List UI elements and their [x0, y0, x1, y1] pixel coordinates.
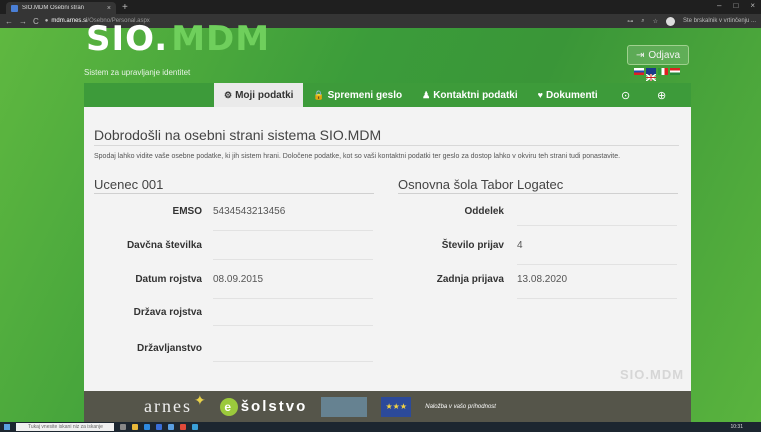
e-icon: e — [219, 397, 238, 416]
heart-icon: ♥ — [537, 90, 543, 100]
history-icon[interactable]: ⊙ — [608, 89, 644, 102]
page-description: Spodaj lahko vidite vaše osebne podatke,… — [94, 153, 621, 160]
oddelek-value — [517, 200, 677, 226]
user-icon: ♟ — [422, 89, 431, 100]
windows-taskbar: Tukaj vnesite iskani niz za iskanje 10:3… — [0, 422, 761, 432]
emso-value: 5434543213456 — [213, 205, 373, 231]
new-tab-button[interactable]: + — [122, 2, 128, 14]
tab-label: Kontaktni podatki — [433, 89, 518, 101]
close-tab-icon[interactable]: × — [107, 5, 111, 12]
davcna-value — [213, 234, 373, 260]
close-window-button[interactable]: × — [750, 1, 755, 10]
sparkle-icon: ✦ — [193, 392, 206, 408]
tab-dokumenti[interactable]: ♥ Dokumenti — [528, 83, 608, 107]
toolbar-icons: ⊶ ⌕ ☆ Ste brskalnik v vrtinčenju ... — [627, 16, 756, 26]
zadnja-prijava-label: Zadnja prijava — [436, 274, 504, 285]
drzavljanstvo-value — [213, 336, 373, 362]
solstvo-text: šolstvo — [240, 398, 308, 415]
oddelek-label: Oddelek — [464, 206, 504, 217]
davcna-label: Davčna številka — [126, 240, 202, 251]
back-button[interactable]: ← — [5, 17, 13, 26]
flag-italian-icon[interactable] — [658, 68, 668, 75]
logo-mdm: MDM — [171, 19, 271, 59]
logout-label: Odjava — [648, 49, 681, 61]
sign-out-icon: ⇥ — [635, 49, 645, 61]
main-menu: ⚙ Moji podatki 🔒 Spremeni geslo ♟ Kontak… — [84, 83, 691, 107]
drzava-rojstva-label: Država rojstva — [133, 307, 202, 318]
taskbar-search[interactable]: Tukaj vnesite iskani niz za iskanje — [16, 423, 114, 431]
chrome-icon[interactable] — [180, 424, 186, 430]
store-icon[interactable] — [156, 424, 162, 430]
logout-button[interactable]: ⇥ Odjava — [627, 45, 689, 65]
flag-hungarian-icon[interactable] — [670, 68, 680, 75]
drzavljanstvo-label: Državljanstvo — [136, 343, 202, 354]
profile-label[interactable]: Ste brskalnik v vrtinčenju ... — [683, 18, 756, 24]
zadnja-prijava-value: 13.08.2020 — [517, 273, 677, 299]
reload-button[interactable]: C — [33, 17, 39, 26]
site-subtitle: Sistem za upravljanje identitet — [84, 68, 191, 77]
sio-mdm-watermark: SIO.MDM — [620, 367, 685, 382]
app-icon[interactable] — [192, 424, 198, 430]
clock: 10:31 — [730, 424, 743, 430]
lock-icon: 🔒 — [313, 89, 325, 100]
datum-rojstva-value: 08.09.2015 — [213, 273, 373, 299]
star-icon[interactable]: ☆ — [653, 18, 658, 25]
page-title: Dobrodošli na osebni strani sistema SIO.… — [94, 127, 679, 146]
windows-start-icon[interactable] — [4, 424, 10, 430]
flag-english-icon[interactable] — [645, 68, 657, 82]
profile-avatar[interactable] — [665, 16, 675, 26]
solstvo-logo[interactable]: e šolstvo — [219, 397, 308, 416]
mail-icon[interactable] — [168, 424, 174, 430]
lock-icon: ● — [44, 18, 49, 24]
tab-label: Dokumenti — [545, 89, 598, 101]
lifebuoy-icon[interactable]: ⊕ — [644, 89, 680, 102]
browser-tab[interactable]: SIO.MDM Osebni stran × — [6, 2, 116, 14]
flag-slovenian-icon[interactable] — [634, 68, 644, 75]
eu-flag-icon[interactable]: ★★★ — [381, 396, 412, 417]
task-view-icon[interactable] — [120, 424, 126, 430]
drzava-rojstva-value — [213, 300, 373, 326]
arnes-logo[interactable]: arnes — [144, 396, 192, 417]
window-controls: – □ × — [717, 1, 755, 10]
sponsor-footer: arnes ✦ e šolstvo ★★★ Naložba v vašo pri… — [84, 391, 691, 422]
language-flags — [634, 68, 680, 82]
tab-label: Spremeni geslo — [327, 89, 403, 101]
stevilo-prijav-label: Število prijav — [441, 240, 504, 251]
logo-sio: SIO. — [86, 19, 169, 59]
datum-rojstva-label: Datum rojstva — [135, 274, 202, 285]
tab-moji-podatki[interactable]: ⚙ Moji podatki — [214, 83, 304, 107]
site-favicon-icon — [11, 4, 18, 12]
maximize-button[interactable]: □ — [733, 1, 738, 10]
user-name-heading: Ucenec 001 — [94, 177, 374, 194]
browser-tab-strip: SIO.MDM Osebni stran × + – □ × — [0, 0, 761, 14]
stevilo-prijav-value: 4 — [517, 239, 677, 265]
gears-icon: ⚙ — [224, 89, 233, 100]
tab-spremeni-geslo[interactable]: 🔒 Spremeni geslo — [303, 83, 412, 107]
forward-button[interactable]: → — [19, 17, 27, 26]
tab-title: SIO.MDM Osebni stran — [22, 5, 85, 11]
key-icon[interactable]: ⊶ — [627, 18, 633, 25]
emso-label: EMSO — [172, 206, 202, 217]
investment-slogan: Naložba v vašo prihodnost — [425, 403, 496, 410]
zoom-icon[interactable]: ⌕ — [641, 18, 644, 25]
url-domain: mdm.arnes.si — [51, 18, 88, 24]
school-name-heading: Osnovna šola Tabor Logatec — [398, 177, 678, 194]
ministry-logo[interactable] — [321, 396, 368, 417]
file-explorer-icon[interactable] — [132, 424, 138, 430]
tab-kontaktni-podatki[interactable]: ♟ Kontaktni podatki — [412, 83, 528, 107]
minimize-button[interactable]: – — [717, 1, 721, 10]
edge-icon[interactable] — [144, 424, 150, 430]
sio-mdm-logo[interactable]: SIO. MDM — [86, 19, 271, 59]
tab-label: Moji podatki — [235, 89, 294, 101]
